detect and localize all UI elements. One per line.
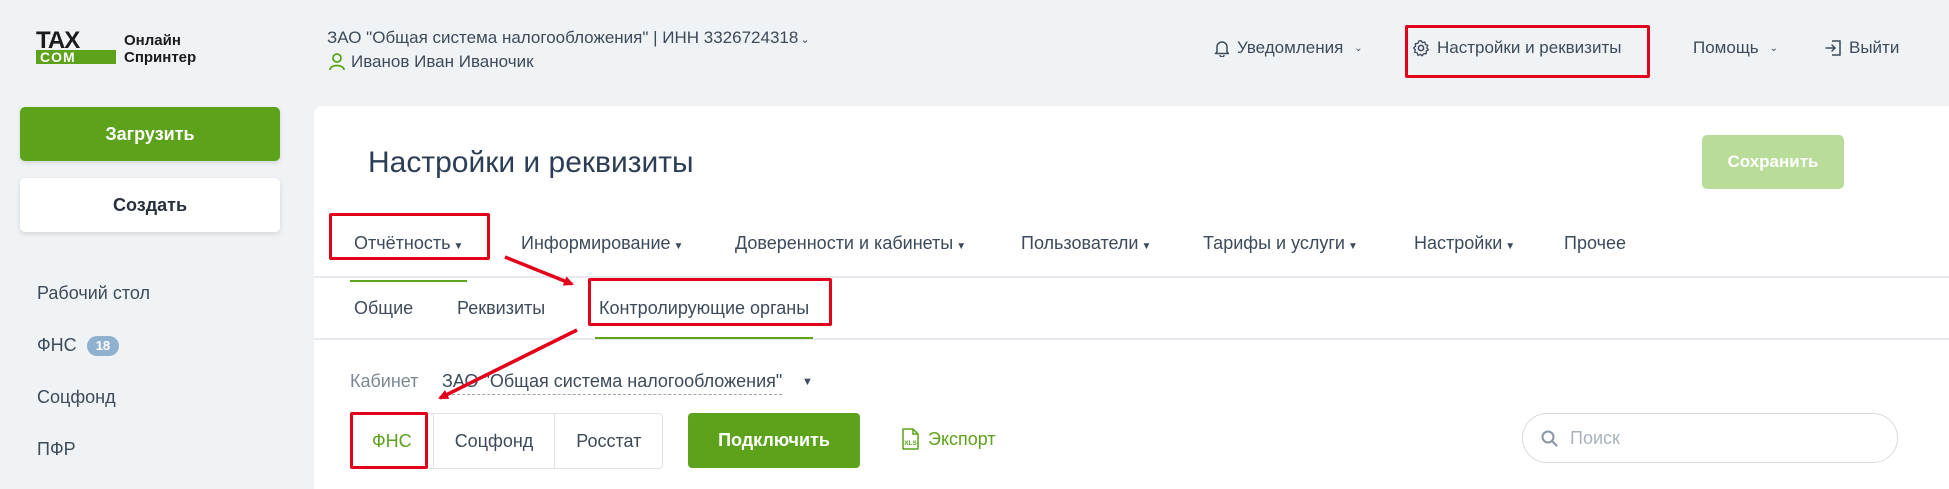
sidebar-item-desktop[interactable]: Рабочий стол [37, 283, 150, 304]
export-button[interactable]: XLS Экспорт [901, 428, 996, 450]
sidebar-item-fns[interactable]: ФНС 18 [37, 335, 120, 356]
logo-tax: TAX [36, 27, 80, 54]
bell-icon [1214, 41, 1230, 57]
sidebar-item-pfr[interactable]: ПФР [37, 439, 76, 460]
sidebar-item-socfond[interactable]: Соцфонд [37, 387, 116, 408]
help-label: Помощь [1693, 38, 1759, 57]
logo-com: COM [36, 50, 116, 64]
org-selector[interactable]: ЗАО "Общая система налогообложения" | ИН… [327, 28, 810, 48]
chevron-down-icon: ⌄ [1354, 42, 1363, 54]
caret-down-icon: ▼ [1141, 241, 1152, 252]
page-title: Настройки и реквизиты [368, 146, 694, 179]
export-label: Экспорт [928, 428, 996, 449]
chevron-down-icon: ⌄ [800, 34, 810, 46]
cabinet-label: Кабинет [350, 371, 419, 391]
search-icon [1541, 430, 1558, 447]
logout-icon [1825, 40, 1841, 56]
notifications-label: Уведомления [1237, 38, 1344, 57]
secondary-tabs: Общие Реквизиты Контролирующие органы [314, 278, 1949, 340]
tab-informing[interactable]: Информирование ▼ [521, 224, 683, 266]
caret-down-icon: ▼ [1505, 241, 1516, 252]
tab-settings[interactable]: Настройки ▼ [1414, 224, 1515, 266]
tab-tariffs[interactable]: Тарифы и услуги ▼ [1203, 224, 1358, 266]
tab-other[interactable]: Прочее [1564, 224, 1626, 262]
connect-button[interactable]: Подключить [688, 413, 860, 468]
primary-tabs: Отчётность ▼ Информирование ▼ Доверенности… [314, 224, 1949, 282]
user-profile[interactable]: Иванов Иван Иваночик [329, 52, 534, 72]
logout-link[interactable]: Выйти [1825, 38, 1899, 58]
chevron-down-icon: ⌄ [1769, 42, 1779, 54]
logo-mark: TAX COM [36, 27, 116, 64]
create-button[interactable]: Создать [20, 178, 280, 232]
org-name: ЗАО "Общая система налогообложения" | ИН… [327, 28, 799, 47]
logo-text: Онлайн Спринтер [124, 32, 196, 66]
tab-users[interactable]: Пользователи ▼ [1021, 224, 1151, 266]
highlight-settings [1405, 25, 1650, 78]
main-panel: Настройки и реквизиты Сохранить Отчётнос… [314, 106, 1949, 489]
highlight-supervisory-tab [588, 278, 832, 326]
svg-text:XLS: XLS [904, 440, 917, 447]
caret-down-icon: ▼ [1348, 241, 1358, 252]
search-input[interactable] [1570, 427, 1870, 449]
user-name: Иванов Иван Иваночик [351, 52, 534, 71]
logo-line-1: Онлайн [124, 32, 181, 49]
caret-down-icon[interactable]: ▼ [802, 376, 813, 388]
search-box[interactable] [1522, 413, 1898, 463]
upload-button[interactable]: Загрузить [20, 107, 280, 161]
segment-socfond[interactable]: Соцфонд [432, 414, 555, 468]
save-button[interactable]: Сохранить [1702, 135, 1844, 189]
highlight-fns-segment [350, 412, 428, 469]
subtab-requisites[interactable]: Реквизиты [457, 290, 545, 326]
sidebar-item-label: Рабочий стол [37, 283, 150, 303]
sidebar-item-label: Соцфонд [37, 387, 116, 407]
help-menu[interactable]: Помощь ⌄ [1693, 38, 1778, 58]
sidebar-item-label: ПФР [37, 439, 76, 459]
logo[interactable]: TAX COM Онлайн Спринтер [36, 27, 196, 66]
logo-line-2: Спринтер [124, 49, 197, 66]
caret-down-icon: ▼ [956, 241, 967, 252]
count-badge: 18 [86, 335, 120, 356]
caret-down-icon: ▼ [673, 241, 684, 252]
logout-label: Выйти [1849, 38, 1900, 57]
segment-rosstat[interactable]: Росстат [554, 414, 662, 468]
xls-file-icon: XLS [902, 428, 919, 450]
cabinet-select[interactable]: ЗАО "Общая система налогообложения" [442, 371, 783, 395]
user-icon [329, 53, 345, 71]
tab-powers-of-attorney[interactable]: Доверенности и кабинеты ▼ [735, 224, 966, 266]
sidebar-item-label: ФНС [37, 335, 77, 355]
highlight-reporting-tab [329, 213, 490, 260]
subtab-general[interactable]: Общие [354, 290, 413, 326]
notifications-menu[interactable]: Уведомления ⌄ [1214, 38, 1363, 58]
